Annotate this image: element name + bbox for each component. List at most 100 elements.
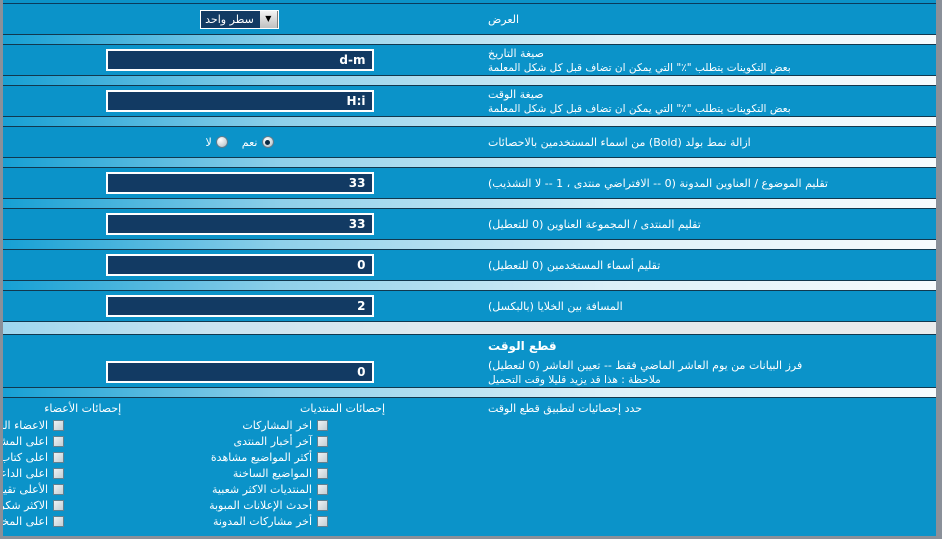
list-item[interactable]: اعلى المخالفين bbox=[3, 515, 65, 528]
forum-stat-label: المواضيع الساخنة bbox=[232, 467, 312, 480]
list-item[interactable]: اعلى كتاب المواضيع bbox=[3, 451, 65, 464]
field-time-cutoff bbox=[3, 357, 476, 387]
checkbox-icon[interactable] bbox=[53, 500, 65, 511]
label-trim-usernames: تقليم أسماء المستخدمين (0 للتعطيل) bbox=[476, 258, 936, 273]
list-item[interactable]: المواضيع الساخنة bbox=[209, 467, 328, 480]
checkbox-icon[interactable] bbox=[53, 452, 65, 463]
checkbox-icon[interactable] bbox=[317, 484, 328, 495]
row-trim-topic-titles: تقليم الموضوع / العناوين المدونة (0 -- ا… bbox=[3, 168, 936, 198]
checkbox-icon[interactable] bbox=[53, 420, 65, 431]
remove-bold-option-no[interactable]: لا bbox=[206, 136, 228, 149]
display-mode-select[interactable]: ▼ سطر واحد bbox=[200, 9, 279, 29]
divider-7 bbox=[3, 280, 936, 291]
divider-6 bbox=[3, 239, 936, 250]
display-mode-value: سطر واحد bbox=[205, 12, 254, 26]
field-display: ▼ سطر واحد bbox=[3, 6, 476, 33]
field-trim-topic-titles bbox=[3, 168, 476, 198]
divider-5 bbox=[3, 198, 936, 209]
trim-usernames-input[interactable] bbox=[105, 254, 374, 276]
label-time-format: صيغة الوقت بعض التكوينات يتطلب "٪" التي … bbox=[476, 87, 936, 116]
label-trim-forum-titles-text: تقليم المنتدى / المجموعة العناوين (0 للت… bbox=[488, 217, 701, 231]
time-cutoff-input[interactable] bbox=[105, 361, 374, 383]
checkbox-icon[interactable] bbox=[317, 420, 328, 431]
row-trim-forum-titles: تقليم المنتدى / المجموعة العناوين (0 للت… bbox=[3, 209, 936, 239]
label-time-format-desc: بعض التكوينات يتطلب "٪" التي يمكن ان تضا… bbox=[488, 102, 791, 115]
row-trim-usernames: تقليم أسماء المستخدمين (0 للتعطيل) bbox=[3, 250, 936, 280]
forum-stat-label: أحدث الإعلانات المبوبة bbox=[209, 499, 312, 512]
list-item[interactable]: الأعلى تقييم bbox=[0, 483, 65, 496]
checkbox-icon[interactable] bbox=[317, 468, 328, 479]
label-remove-bold-text: ازالة نمط بولد (Bold) من اسماء المستخدمي… bbox=[488, 135, 751, 149]
list-item[interactable]: اخر المشاركات bbox=[209, 419, 328, 432]
forum-stats-title: إحصائات المنتديات bbox=[300, 402, 386, 415]
list-item[interactable]: أحدث الإعلانات المبوبة bbox=[209, 499, 328, 512]
label-display: العرض bbox=[476, 12, 936, 27]
member-stat-label: الأعلى تقييم bbox=[0, 483, 49, 496]
checkbox-icon[interactable] bbox=[317, 452, 328, 463]
remove-bold-option-yes-label: نعم bbox=[241, 135, 258, 149]
stats-selection-section: حدد إحصائيات لتطبيق قطع الوقت إحصائات ال… bbox=[3, 398, 936, 528]
radio-yes-icon[interactable] bbox=[261, 136, 274, 148]
checkbox-icon[interactable] bbox=[317, 436, 328, 447]
field-time-cutoff-header-spacer bbox=[3, 342, 476, 350]
remove-bold-radio-group: نعم لا bbox=[206, 136, 274, 149]
checkbox-icon[interactable] bbox=[317, 500, 328, 511]
row-display: العرض ▼ سطر واحد bbox=[3, 4, 936, 34]
checkbox-icon[interactable] bbox=[53, 484, 65, 495]
checkbox-icon[interactable] bbox=[53, 468, 65, 479]
trim-forum-titles-input[interactable] bbox=[105, 213, 374, 235]
label-trim-forum-titles: تقليم المنتدى / المجموعة العناوين (0 للت… bbox=[476, 217, 936, 232]
row-time-format: صيغة الوقت بعض التكوينات يتطلب "٪" التي … bbox=[3, 86, 936, 116]
forum-stats-column: إحصائات المنتديات اخر المشاركات آخر أخبا… bbox=[209, 400, 476, 528]
checkbox-icon[interactable] bbox=[317, 516, 328, 527]
radio-no-icon[interactable] bbox=[215, 136, 228, 148]
member-stat-label: الاعضاء الجدد bbox=[3, 419, 49, 432]
label-trim-topic-titles: تقليم الموضوع / العناوين المدونة (0 -- ا… bbox=[476, 176, 936, 191]
list-item[interactable]: اعلى الداعين bbox=[0, 467, 65, 480]
cell-spacing-input[interactable] bbox=[105, 295, 374, 317]
trim-topic-titles-input[interactable] bbox=[105, 172, 374, 194]
list-item[interactable]: المنتديات الاكثر شعبية bbox=[209, 483, 328, 496]
row-time-cutoff: فرز البيانات من يوم العاشر الماضي فقط --… bbox=[3, 357, 936, 387]
list-item[interactable]: الاعضاء الجدد bbox=[3, 419, 65, 432]
label-time-cutoff-note: ملاحظة : هذا قد يزيد قليلا وقت التحميل bbox=[488, 373, 661, 386]
label-date-format: صيغة التاريخ بعض التكوينات يتطلب "٪" الت… bbox=[476, 46, 936, 75]
field-cell-spacing bbox=[3, 291, 476, 321]
label-remove-bold: ازالة نمط بولد (Bold) من اسماء المستخدمي… bbox=[476, 135, 936, 150]
list-item[interactable]: اعلى المشاركين bbox=[0, 435, 65, 448]
label-date-format-desc: بعض التكوينات يتطلب "٪" التي يمكن ان تضا… bbox=[488, 61, 791, 74]
list-item[interactable]: أخر مشاركات المدونة bbox=[209, 515, 328, 528]
divider-section-time-cutoff bbox=[3, 321, 936, 335]
member-stat-label: الاكثر شكراً bbox=[0, 499, 49, 512]
forum-stat-label: أكثر المواضيع مشاهدة bbox=[210, 451, 312, 464]
list-item[interactable]: الاكثر شكراً bbox=[0, 499, 65, 512]
divider-4 bbox=[3, 157, 936, 168]
member-stats-column: إحصائات الأعضاء الاعضاء الجدد اعلى المشا… bbox=[0, 400, 209, 528]
stats-section-heading: حدد إحصائيات لتطبيق قطع الوقت bbox=[476, 400, 936, 415]
remove-bold-option-yes[interactable]: نعم bbox=[242, 136, 274, 149]
section-header-time-cutoff: قطع الوقت bbox=[476, 338, 936, 354]
chevron-down-icon[interactable]: ▼ bbox=[259, 10, 278, 28]
divider-1 bbox=[3, 34, 936, 45]
date-format-input[interactable] bbox=[105, 49, 374, 71]
time-format-input[interactable] bbox=[105, 90, 374, 112]
list-item[interactable]: أكثر المواضيع مشاهدة bbox=[209, 451, 328, 464]
checkbox-icon[interactable] bbox=[53, 516, 65, 527]
label-display-text: العرض bbox=[488, 12, 520, 26]
settings-page: العرض ▼ سطر واحد صيغة التاريخ بعض التكوي… bbox=[0, 0, 942, 539]
field-trim-forum-titles bbox=[3, 209, 476, 239]
field-date-format bbox=[3, 45, 476, 75]
row-time-cutoff-header: قطع الوقت bbox=[3, 335, 936, 357]
field-remove-bold: نعم لا bbox=[3, 132, 476, 153]
label-trim-usernames-text: تقليم أسماء المستخدمين (0 للتعطيل) bbox=[488, 258, 661, 272]
member-stat-label: اعلى الداعين bbox=[0, 467, 49, 480]
member-stat-label: اعلى المشاركين bbox=[0, 435, 49, 448]
forum-stat-label: آخر أخبار المنتدى bbox=[233, 435, 312, 448]
checkbox-icon[interactable] bbox=[53, 436, 65, 447]
divider-8 bbox=[3, 387, 936, 398]
section-header-time-cutoff-text: قطع الوقت bbox=[488, 339, 557, 353]
row-cell-spacing: المسافة بين الخلايا (بالبكسل) bbox=[3, 291, 936, 321]
field-time-format bbox=[3, 86, 476, 116]
list-item[interactable]: آخر أخبار المنتدى bbox=[209, 435, 328, 448]
forum-stat-label: أخر مشاركات المدونة bbox=[212, 515, 312, 528]
